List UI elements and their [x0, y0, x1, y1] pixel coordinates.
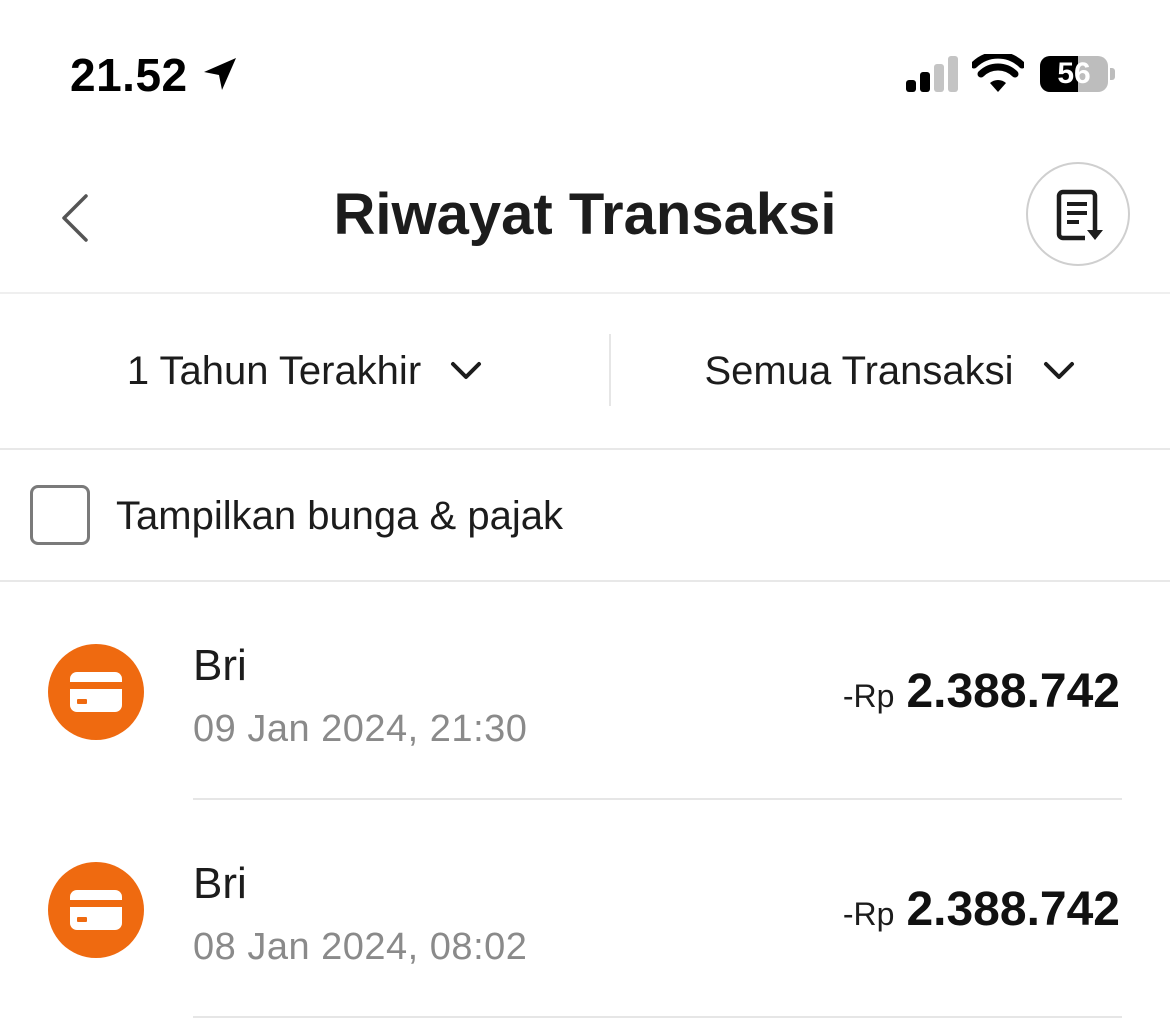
transaction-item[interactable]: Bri 08 Jan 2024, 08:02 -Rp 2.388.742: [0, 800, 1170, 1018]
type-filter-dropdown[interactable]: Semua Transaksi: [610, 294, 1170, 448]
amount-prefix: -Rp: [842, 896, 895, 932]
battery-tip: [1110, 68, 1115, 80]
type-filter-label: Semua Transaksi: [704, 348, 1014, 393]
transaction-amount: -Rp 2.388.742: [843, 882, 1120, 937]
filter-row: 1 Tahun Terakhir Semua Transaksi: [0, 294, 1170, 450]
battery-body: 56: [1040, 56, 1108, 92]
period-filter-dropdown[interactable]: 1 Tahun Terakhir: [0, 294, 610, 448]
transaction-date: 09 Jan 2024, 21:30: [193, 708, 528, 750]
card-icon: [48, 644, 144, 740]
page-title: Riwayat Transaksi: [333, 182, 837, 247]
card-glyph: [70, 890, 122, 930]
transaction-item[interactable]: Bri 09 Jan 2024, 21:30 -Rp 2.388.742: [0, 582, 1170, 800]
download-statement-button[interactable]: [1026, 162, 1130, 266]
show-interest-tax-checkbox[interactable]: [30, 485, 90, 545]
amount-value: 2.388.742: [906, 665, 1120, 718]
battery-icon: 56: [1040, 56, 1116, 92]
chevron-down-icon: [1043, 362, 1074, 379]
card-icon: [48, 862, 144, 958]
transaction-date: 08 Jan 2024, 08:02: [193, 926, 528, 968]
cellular-signal-icon: [906, 56, 958, 92]
location-arrow-icon: [204, 58, 236, 90]
document-download-icon: [1056, 189, 1105, 243]
show-interest-tax-row: Tampilkan bunga & pajak: [0, 450, 1170, 582]
header: Riwayat Transaksi: [0, 150, 1170, 294]
wifi-icon: [972, 54, 1024, 92]
transaction-divider: [193, 1016, 1122, 1018]
transaction-name: Bri: [193, 641, 247, 690]
status-bar: 21.52 56: [0, 0, 1170, 150]
chevron-down-icon: [451, 362, 482, 379]
card-glyph: [70, 672, 122, 712]
transaction-amount: -Rp 2.388.742: [843, 664, 1120, 719]
period-filter-label: 1 Tahun Terakhir: [126, 348, 422, 393]
show-interest-tax-label[interactable]: Tampilkan bunga & pajak: [116, 492, 563, 540]
amount-value: 2.388.742: [906, 883, 1120, 936]
amount-prefix: -Rp: [842, 678, 895, 714]
battery-level: 56: [1057, 57, 1091, 90]
transaction-name: Bri: [193, 859, 247, 908]
status-time: 21.52: [70, 49, 188, 101]
